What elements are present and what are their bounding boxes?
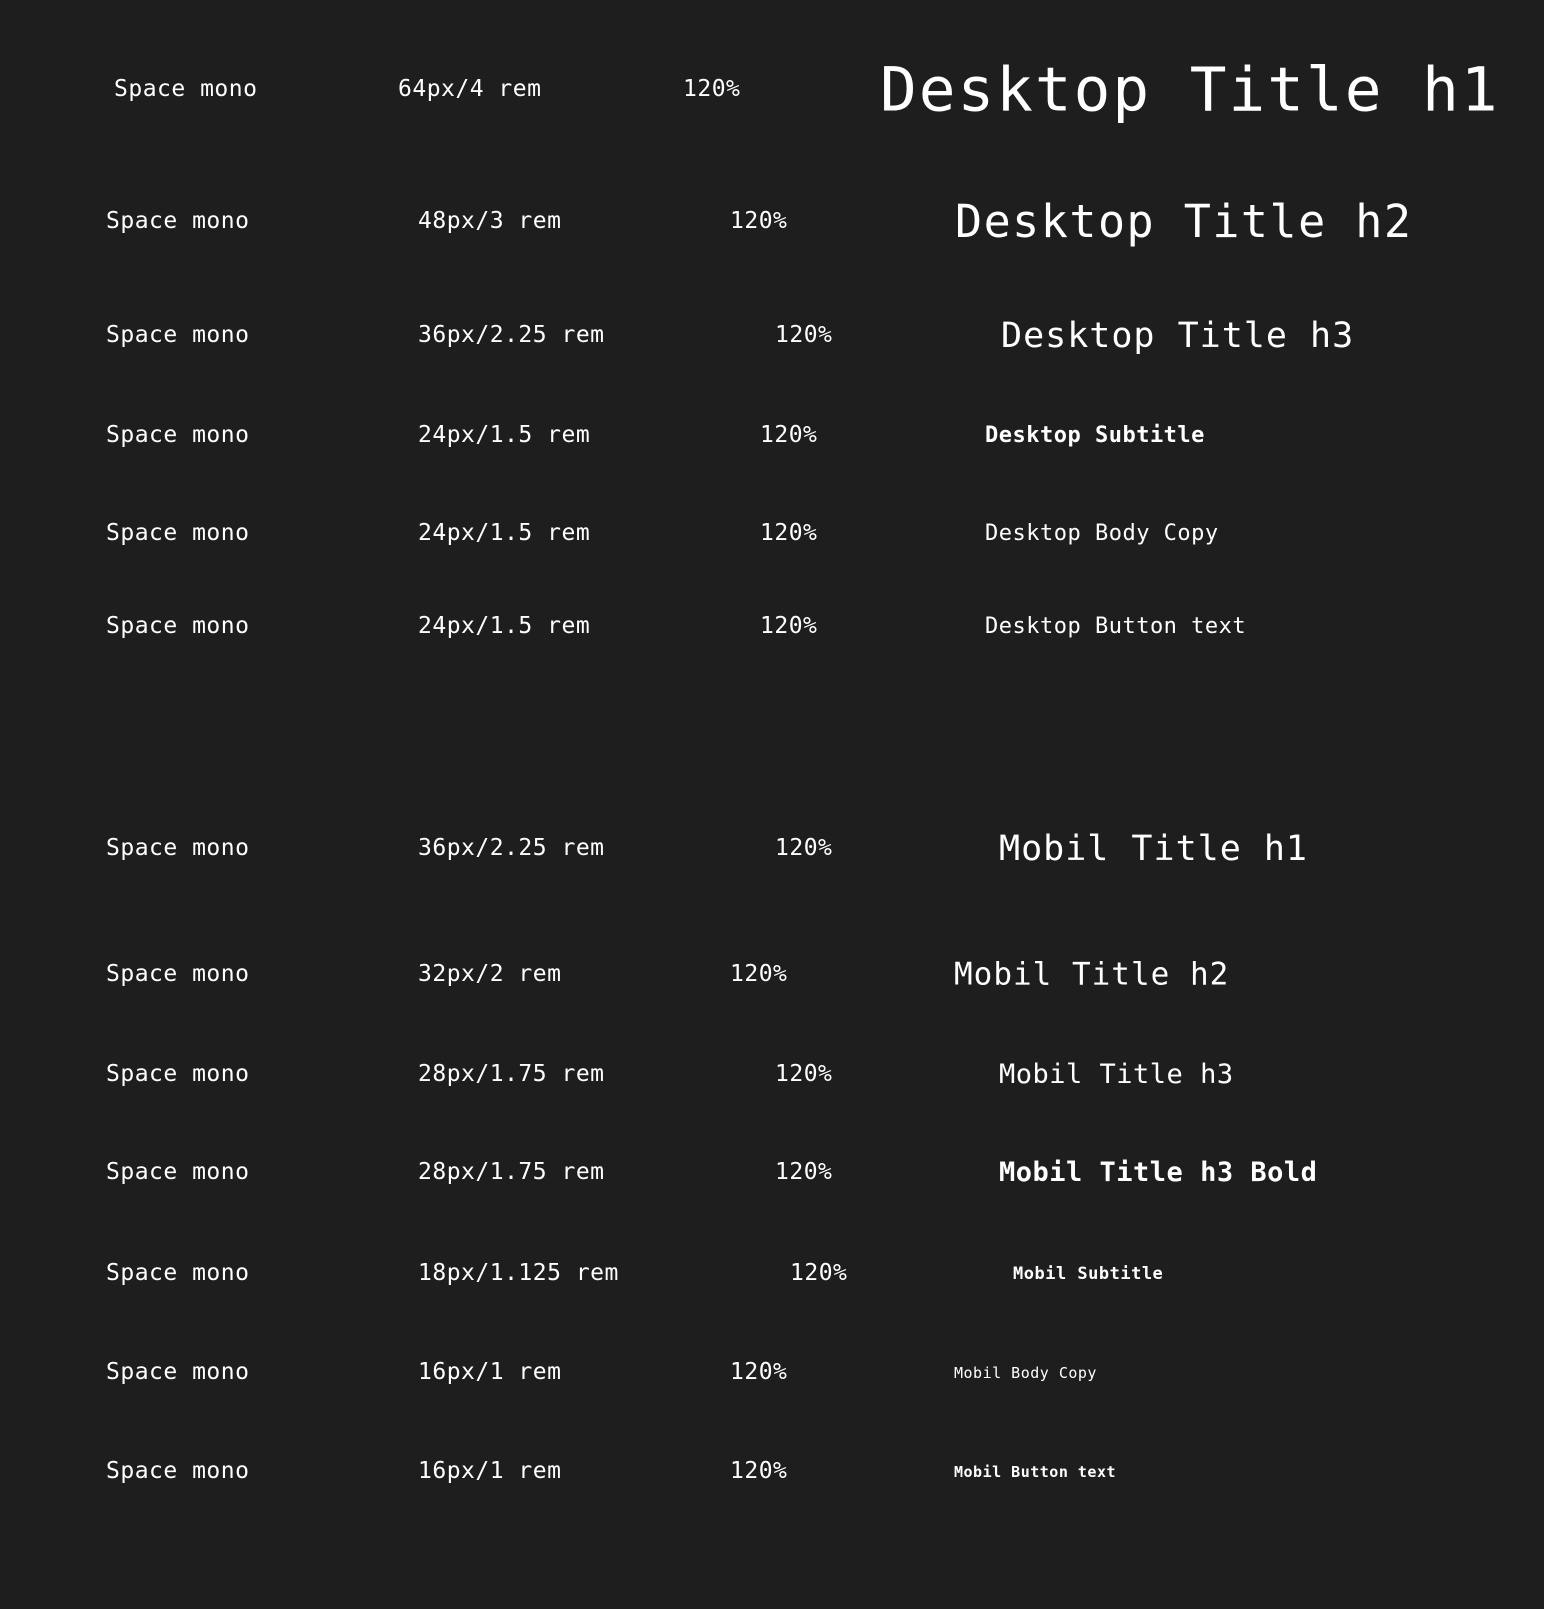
line-height: 120%	[760, 422, 818, 449]
line-height: 120%	[760, 520, 818, 547]
font-size: 64px/4 rem	[398, 76, 542, 103]
font-size: 48px/3 rem	[418, 208, 562, 235]
line-height: 120%	[775, 322, 833, 349]
sample-mobil-title-h1: Mobil Title h1	[999, 829, 1309, 869]
font-size: 18px/1.125 rem	[418, 1260, 619, 1287]
sample-mobil-subtitle: Mobil Subtitle	[1013, 1263, 1164, 1284]
font-size: 24px/1.5 rem	[418, 520, 591, 547]
line-height: 120%	[760, 613, 818, 640]
sample-mobil-title-h3-bold: Mobil Title h3 Bold	[999, 1156, 1318, 1188]
font-size: 24px/1.5 rem	[418, 613, 591, 640]
sample-mobil-body-copy: Mobil Body Copy	[954, 1364, 1097, 1382]
font-size: 36px/2.25 rem	[418, 835, 605, 862]
sample-desktop-title-h2: Desktop Title h2	[955, 195, 1413, 248]
sample-mobil-button-text: Mobil Button text	[954, 1463, 1117, 1481]
sample-mobil-title-h3: Mobil Title h3	[999, 1058, 1234, 1090]
line-height: 120%	[775, 835, 833, 862]
font-size: 36px/2.25 rem	[418, 322, 605, 349]
font-size: 16px/1 rem	[418, 1359, 562, 1386]
font-name: Space mono	[114, 76, 258, 103]
sample-desktop-button-text: Desktop Button text	[985, 613, 1247, 639]
font-size: 24px/1.5 rem	[418, 422, 591, 449]
font-name: Space mono	[106, 1159, 250, 1186]
font-size: 28px/1.75 rem	[418, 1159, 605, 1186]
line-height: 120%	[730, 961, 788, 988]
line-height: 120%	[730, 1359, 788, 1386]
sample-desktop-title-h3: Desktop Title h3	[1001, 316, 1355, 356]
font-name: Space mono	[106, 322, 250, 349]
font-name: Space mono	[106, 1458, 250, 1485]
font-name: Space mono	[106, 422, 250, 449]
sample-mobil-title-h2: Mobil Title h2	[954, 956, 1230, 993]
font-size: 28px/1.75 rem	[418, 1061, 605, 1088]
line-height: 120%	[683, 76, 741, 103]
sample-desktop-subtitle: Desktop Subtitle	[985, 422, 1205, 448]
line-height: 120%	[730, 208, 788, 235]
font-size: 16px/1 rem	[418, 1458, 562, 1485]
font-name: Space mono	[106, 835, 250, 862]
font-name: Space mono	[106, 520, 250, 547]
font-name: Space mono	[106, 613, 250, 640]
font-size: 32px/2 rem	[418, 961, 562, 988]
line-height: 120%	[730, 1458, 788, 1485]
sample-desktop-body-copy: Desktop Body Copy	[985, 520, 1219, 546]
sample-desktop-title-h1: Desktop Title h1	[880, 54, 1500, 126]
font-name: Space mono	[106, 1260, 250, 1287]
font-name: Space mono	[106, 208, 250, 235]
line-height: 120%	[790, 1260, 848, 1287]
font-name: Space mono	[106, 961, 250, 988]
font-name: Space mono	[106, 1359, 250, 1386]
font-name: Space mono	[106, 1061, 250, 1088]
line-height: 120%	[775, 1061, 833, 1088]
line-height: 120%	[775, 1159, 833, 1186]
